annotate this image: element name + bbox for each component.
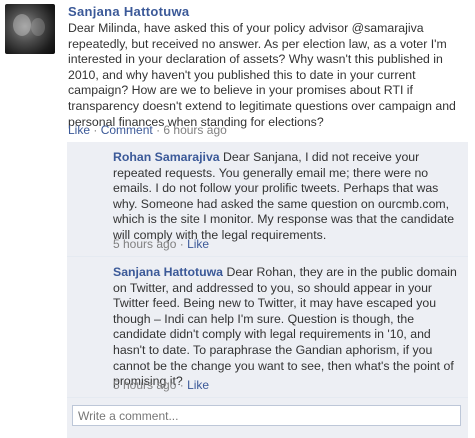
comment-author-name[interactable]: Rohan Samarajiva bbox=[113, 150, 220, 164]
comment-timestamp[interactable]: 5 hours ago bbox=[113, 237, 176, 251]
avatar-face-shape bbox=[13, 14, 31, 36]
comment-like-link[interactable]: Like bbox=[187, 378, 209, 392]
comments-list: Rohan Samarajiva Dear Sanjana, I did not… bbox=[67, 142, 468, 438]
comment-item: Sanjana Hattotuwa Dear Rohan, they are i… bbox=[67, 257, 468, 398]
post-timestamp[interactable]: 6 hours ago bbox=[163, 123, 226, 137]
separator: · bbox=[179, 378, 184, 392]
post-message: Dear Milinda, have asked this of your po… bbox=[68, 21, 456, 129]
post-author-avatar[interactable] bbox=[5, 4, 55, 54]
comment-item: Rohan Samarajiva Dear Sanjana, I did not… bbox=[67, 142, 468, 257]
avatar-face-shape bbox=[31, 18, 45, 36]
like-link[interactable]: Like bbox=[68, 123, 90, 137]
post-author-name[interactable]: Sanjana Hattotuwa bbox=[68, 4, 189, 19]
comment-composer bbox=[67, 398, 468, 438]
post-actions: Like · Comment · 6 hours ago bbox=[68, 123, 227, 137]
separator: · bbox=[156, 123, 161, 137]
comment-like-link[interactable]: Like bbox=[187, 237, 209, 251]
comment-author-name[interactable]: Sanjana Hattotuwa bbox=[113, 265, 223, 279]
comment-actions: 5 hours ago · Like bbox=[113, 378, 209, 392]
comment-content: Rohan Samarajiva Dear Sanjana, I did not… bbox=[113, 150, 463, 244]
comment-content: Sanjana Hattotuwa Dear Rohan, they are i… bbox=[113, 265, 463, 390]
write-comment-input[interactable] bbox=[72, 405, 461, 426]
comment-actions: 5 hours ago · Like bbox=[113, 237, 209, 251]
comment-timestamp[interactable]: 5 hours ago bbox=[113, 378, 176, 392]
comment-link[interactable]: Comment bbox=[101, 123, 153, 137]
separator: · bbox=[179, 237, 184, 251]
separator: · bbox=[93, 123, 98, 137]
comment-message: Dear Rohan, they are in the public domai… bbox=[113, 265, 457, 389]
